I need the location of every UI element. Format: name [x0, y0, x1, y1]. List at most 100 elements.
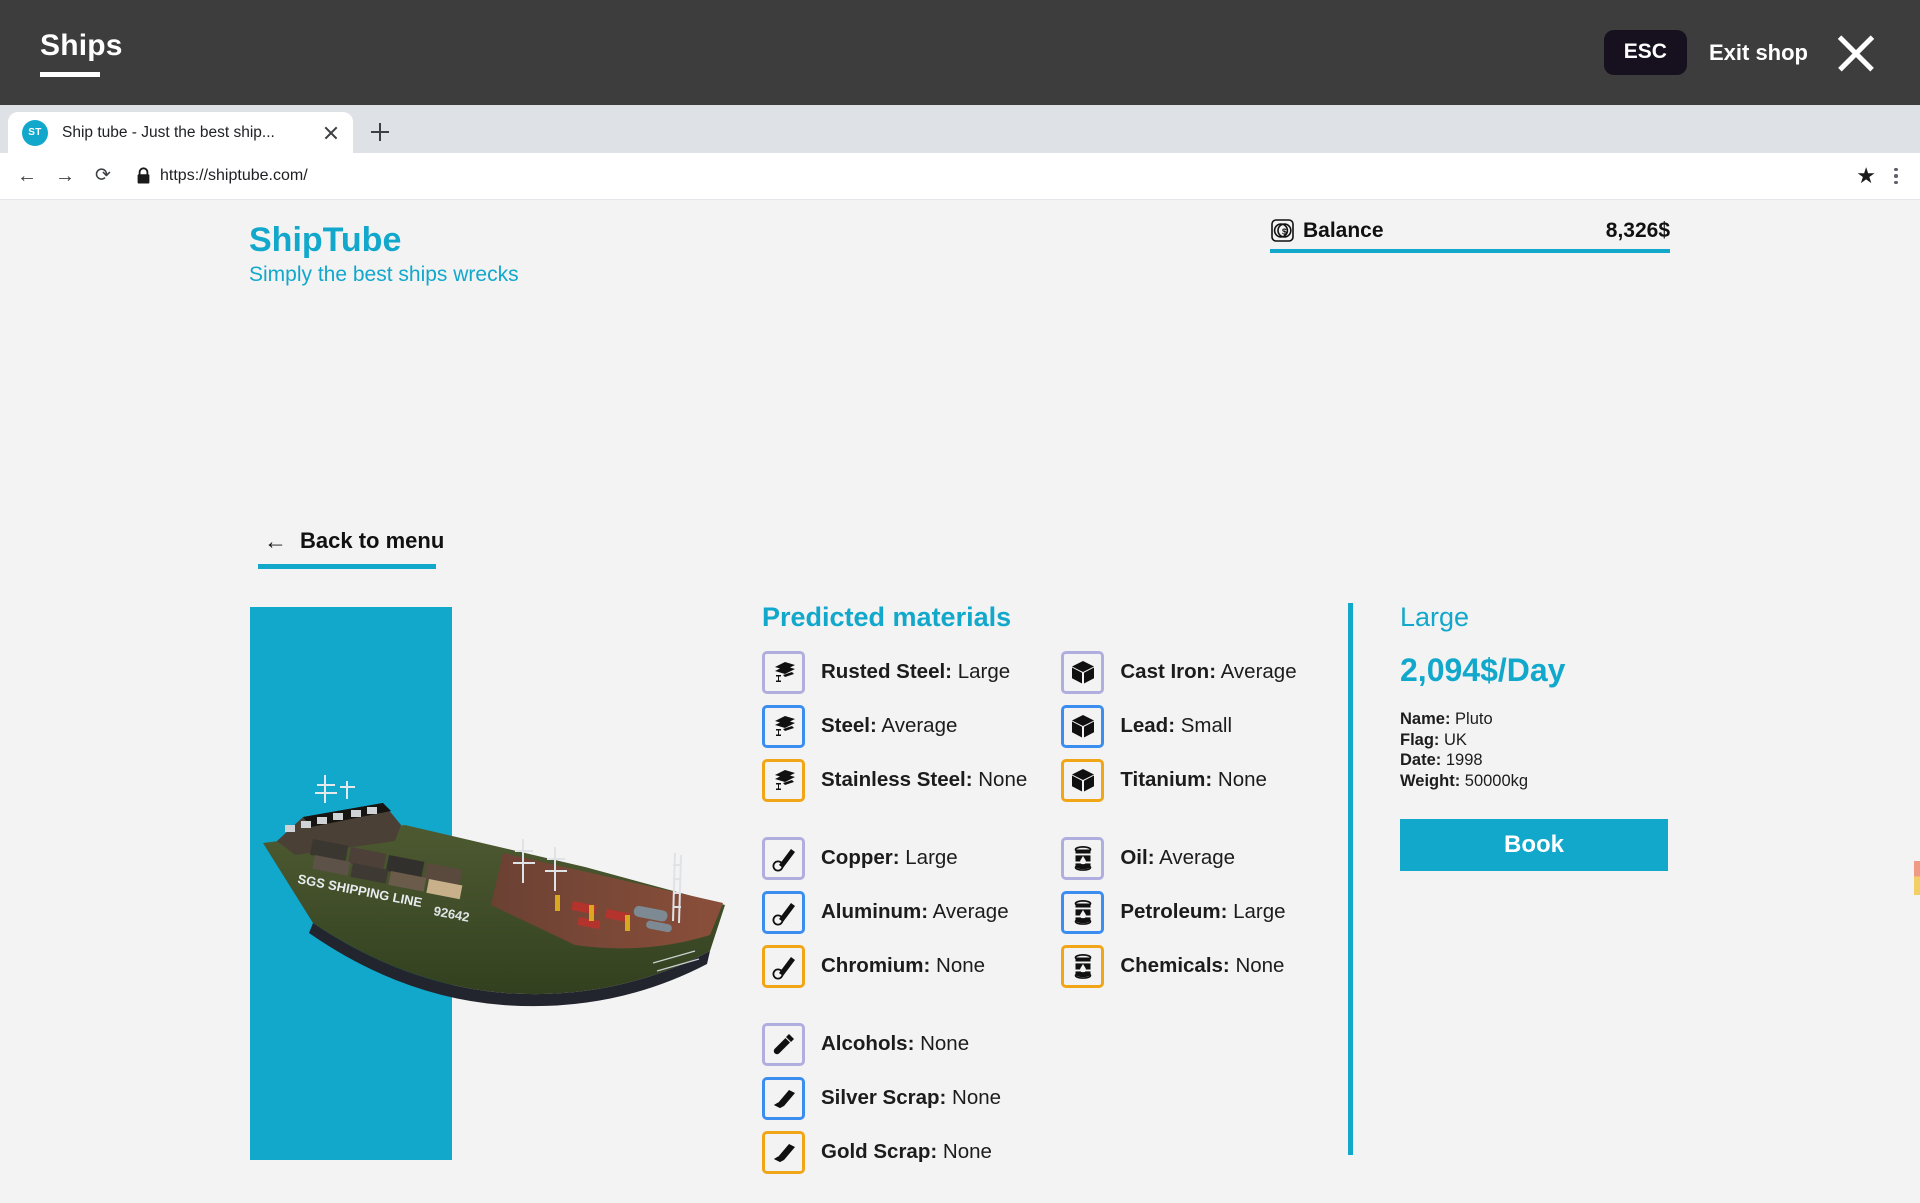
back-icon[interactable]: ←	[10, 159, 44, 193]
browser-menu-icon[interactable]	[1892, 167, 1900, 185]
material-name: Chemicals:	[1120, 954, 1230, 977]
material-name: Rusted Steel:	[821, 660, 952, 683]
material-label: Oil: Average	[1120, 846, 1235, 870]
material-row: Silver Scrap: None	[762, 1071, 1061, 1125]
spec-line: Date: 1998	[1400, 750, 1700, 771]
material-row: Chemicals: None	[1061, 939, 1342, 993]
material-value: None	[1229, 954, 1285, 977]
material-value: Average	[1216, 660, 1297, 683]
site-brand: ShipTube Simply the best ships wrecks	[249, 221, 519, 288]
money-icon: $	[1270, 218, 1295, 243]
spec-value: UK	[1439, 730, 1467, 749]
material-name: Silver Scrap:	[821, 1086, 947, 1109]
material-value: Small	[1175, 714, 1233, 737]
ship-image-panel: SGS SHIPPING LINE 92642	[250, 607, 750, 1160]
material-value: Large	[1227, 900, 1286, 923]
brand-tagline: Simply the best ships wrecks	[249, 263, 519, 286]
balance-value: 8,326$	[1605, 218, 1670, 242]
tab-close-icon[interactable]	[319, 121, 343, 145]
browser-chrome: ST Ship tube - Just the best ship... ← →…	[0, 105, 1920, 200]
materials-title: Predicted materials	[762, 602, 1012, 632]
game-overlay-bar: Ships ESC Exit shop	[0, 0, 1920, 105]
new-tab-icon[interactable]	[363, 115, 397, 149]
material-value: Average	[928, 900, 1009, 923]
material-label: Silver Scrap: None	[821, 1086, 1001, 1110]
spec-value: Pluto	[1450, 710, 1493, 728]
ship-size-label: Large	[1400, 602, 1470, 632]
book-button[interactable]: Book	[1400, 819, 1668, 871]
material-row: Stainless Steel: None	[762, 753, 1061, 807]
barrel-icon	[1061, 836, 1105, 880]
material-value: Average	[876, 714, 958, 737]
cube-icon	[1061, 758, 1105, 802]
ingot-icon	[762, 1076, 805, 1120]
material-name: Steel:	[821, 714, 877, 737]
material-value: Large	[952, 660, 1011, 683]
material-value: None	[972, 768, 1028, 791]
material-label: Chromium: None	[821, 954, 985, 978]
page-title: Ships	[40, 29, 123, 62]
beam-icon	[762, 650, 805, 694]
material-label: Steel: Average	[821, 714, 957, 738]
material-column-left: Copper: Large Aluminum: Average Chromium: …	[762, 831, 1061, 993]
material-row: Oil: Average	[1061, 831, 1342, 885]
material-name: Oil:	[1120, 846, 1155, 869]
material-label: Aluminum: Average	[821, 900, 1009, 924]
esc-key-badge[interactable]: ESC	[1603, 30, 1687, 75]
material-column-left: Rusted Steel: Large Steel: Average Stainle…	[762, 645, 1061, 807]
material-row: Alcohols: None	[762, 1017, 1061, 1071]
close-icon[interactable]	[1830, 27, 1882, 79]
barrel-icon	[1061, 944, 1105, 988]
spec-label: Flag:	[1400, 730, 1440, 749]
bookmark-star-icon[interactable]: ★	[1856, 165, 1876, 187]
pipe-icon	[762, 944, 805, 988]
materials-groups: Rusted Steel: Large Steel: Average Stainle…	[762, 645, 1342, 1179]
tab-title: Ship tube - Just the best ship...	[62, 123, 275, 141]
balance-widget: $ Balance 8,326$	[1270, 218, 1670, 253]
material-label: Petroleum: Large	[1120, 900, 1285, 924]
ship-render: SGS SHIPPING LINE 92642	[263, 775, 725, 1007]
section-divider	[1348, 603, 1353, 1155]
material-value: None	[930, 954, 986, 977]
browser-toolbar: ← → ⟳ https://shiptube.com/ ★	[0, 153, 1920, 200]
arrow-left-icon: ←	[264, 527, 287, 554]
material-label: Chemicals: None	[1120, 954, 1284, 978]
spec-label: Name:	[1400, 710, 1451, 728]
barrel-icon	[1061, 890, 1105, 934]
page-content: ShipTube Simply the best ships wrecks $ …	[0, 201, 1920, 1174]
browser-tab[interactable]: ST Ship tube - Just the best ship...	[8, 112, 353, 153]
material-label: Titanium: None	[1120, 768, 1267, 792]
url-text: https://shiptube.com/	[160, 167, 308, 184]
material-row: Titanium: None	[1061, 753, 1342, 807]
edge-artifact	[1914, 861, 1920, 895]
ship-specs-list: Name: Pluto Flag: UK Date: 1998 Weight: 500…	[1400, 709, 1700, 791]
forward-icon[interactable]: →	[48, 159, 82, 193]
material-value: Large	[899, 846, 958, 869]
spec-value: 50000kg	[1460, 771, 1529, 790]
material-row: Cast Iron: Average	[1061, 645, 1342, 699]
material-name: Petroleum:	[1120, 900, 1228, 923]
spec-label: Weight:	[1400, 771, 1461, 790]
back-to-menu-row: ← Back to menu	[258, 528, 450, 554]
material-column-right: Oil: Average Petroleum: Large Chemicals: N…	[1061, 831, 1342, 993]
material-name: Stainless Steel:	[821, 768, 973, 791]
material-column-left: Alcohols: None Silver Scrap: None Gold Scr…	[762, 1017, 1061, 1179]
reload-icon[interactable]: ⟳	[86, 159, 120, 193]
pipe-icon	[762, 836, 805, 880]
favicon: ST	[22, 119, 48, 146]
bottle-icon	[762, 1022, 805, 1066]
material-group: Alcohols: None Silver Scrap: None Gold Scr…	[762, 1017, 1342, 1179]
material-label: Lead: Small	[1120, 714, 1232, 738]
svg-text:$: $	[1282, 226, 1287, 236]
address-bar[interactable]: https://shiptube.com/	[160, 161, 1856, 191]
browser-tabstrip: ST Ship tube - Just the best ship...	[0, 105, 1920, 153]
exit-shop-button[interactable]: Exit shop	[1709, 40, 1808, 65]
ship-price: 2,094$/Day	[1400, 652, 1566, 688]
cube-icon	[1061, 650, 1105, 694]
material-label: Alcohols: None	[821, 1032, 969, 1056]
material-label: Copper: Large	[821, 846, 958, 870]
spec-line: Name: Pluto	[1400, 709, 1700, 730]
ingot-icon	[762, 1130, 805, 1174]
material-value: None	[946, 1086, 1002, 1109]
back-to-menu-button[interactable]: ← Back to menu	[258, 528, 450, 569]
